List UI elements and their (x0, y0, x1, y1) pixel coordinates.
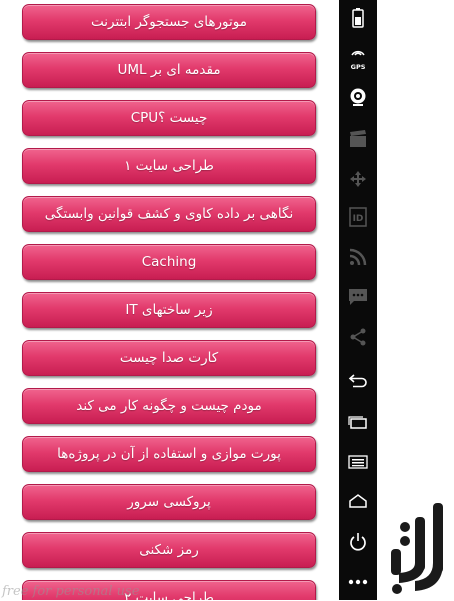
menu-icon[interactable] (339, 447, 377, 477)
gps-label: GPS (350, 62, 366, 71)
menu-item-label: چیست ؟CPU (130, 110, 208, 126)
app-store-logo (385, 497, 449, 597)
watermark-text: free for personal use (2, 584, 140, 599)
menu-item-cpu[interactable]: چیست ؟CPU (22, 100, 316, 136)
svg-text:ID: ID (353, 214, 364, 224)
menu-item-label: مودم چیست و چگونه کار می کند (76, 398, 262, 414)
menu-item-password-cracking[interactable]: رمز شکنی (22, 532, 316, 568)
more-icon[interactable] (339, 567, 377, 597)
menu-item-label: مقدمه ای بر UML (117, 62, 221, 78)
menu-item-parallel-port[interactable]: پورت موازی و استفاده از آن در پروژه‌ها (22, 436, 316, 472)
menu-item-it-infrastructure[interactable]: زیر ساختهای IT (22, 292, 316, 328)
menu-item-label: نگاهی بر داده کاوی و کشف قوانین وابستگی (44, 206, 294, 222)
battery-icon (339, 3, 377, 33)
id-icon[interactable]: ID (339, 202, 377, 232)
menu-item-label: زیر ساختهای IT (125, 302, 213, 318)
system-sidebar: GPS ID (339, 0, 377, 600)
gps-icon: GPS (339, 44, 377, 74)
back-icon[interactable] (339, 366, 377, 396)
rss-icon[interactable] (339, 242, 377, 272)
menu-item-label: پروکسی سرور (127, 494, 211, 510)
menu-item-label: موتورهای جستجوگر ابتترنت (91, 14, 247, 30)
home-icon[interactable] (339, 486, 377, 516)
menu-list: موتورهای جستجوگر ابتترنت مقدمه ای بر UML… (0, 0, 340, 600)
menu-item-modem[interactable]: مودم چیست و چگونه کار می کند (22, 388, 316, 424)
menu-item-caching[interactable]: Caching (22, 244, 316, 280)
camera-icon[interactable] (339, 82, 377, 112)
clapper-icon[interactable] (339, 124, 377, 154)
menu-item-label: رمز شکنی (139, 542, 199, 558)
menu-item-label: کارت صدا چیست (119, 350, 219, 366)
menu-item-sound-card[interactable]: کارت صدا چیست (22, 340, 316, 376)
menu-item-label: طراحی سایت ۱ (124, 158, 214, 174)
menu-item-search-engines[interactable]: موتورهای جستجوگر ابتترنت (22, 4, 316, 40)
recent-apps-icon[interactable] (339, 407, 377, 437)
menu-item-label: پورت موازی و استفاده از آن در پروژه‌ها (57, 446, 281, 462)
move-icon[interactable] (339, 164, 377, 194)
menu-item-label: Caching (141, 254, 197, 270)
menu-item-proxy-server[interactable]: پروکسی سرور (22, 484, 316, 520)
menu-item-uml[interactable]: مقدمه ای بر UML (22, 52, 316, 88)
menu-item-data-mining[interactable]: نگاهی بر داده کاوی و کشف قوانین وابستگی (22, 196, 316, 232)
chat-icon[interactable] (339, 282, 377, 312)
share-icon[interactable] (339, 322, 377, 352)
menu-item-web-design-1[interactable]: طراحی سایت ۱ (22, 148, 316, 184)
power-icon[interactable] (339, 527, 377, 557)
